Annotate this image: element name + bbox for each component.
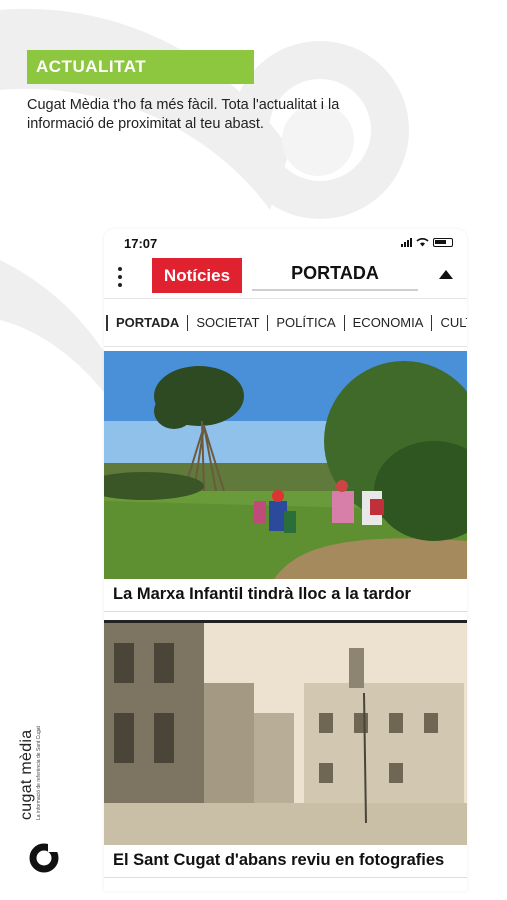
status-icons — [401, 237, 453, 247]
status-bar: 17:07 — [104, 229, 467, 257]
promo-text: Cugat Mèdia t'ho fa més fàcil. Tota l'ac… — [27, 97, 340, 132]
phone-screen: 17:07 Notícies PORTADA PORTADA SOCIETAT … — [104, 229, 467, 891]
tab-cultura[interactable]: CULTURA — [431, 314, 467, 331]
brand-button[interactable]: Notícies — [152, 258, 242, 293]
tab-societat[interactable]: SOCIETAT — [187, 314, 267, 331]
article-photo-marxa[interactable] — [104, 351, 467, 579]
category-tabs: PORTADA SOCIETAT POLÍTICA ECONOMIA CULTU… — [104, 299, 467, 347]
tab-politica[interactable]: POLÍTICA — [267, 314, 343, 331]
article-title[interactable]: La Marxa Infantil tindrà lloc a la tardo… — [104, 579, 467, 612]
article-card[interactable]: El Sant Cugat d'abans reviu en fotografi… — [104, 620, 467, 878]
wifi-icon — [416, 238, 429, 247]
news-feed: La Marxa Infantil tindrà lloc a la tardo… — [104, 351, 467, 878]
status-time: 17:07 — [124, 236, 158, 251]
logo-tagline: La informació de referència de Sant Cuga… — [36, 726, 42, 820]
battery-icon — [433, 237, 453, 247]
article-card[interactable]: La Marxa Infantil tindrà lloc a la tardo… — [104, 351, 467, 612]
up-arrow-icon[interactable] — [439, 270, 453, 279]
signal-icon — [401, 237, 412, 247]
cugat-media-logo-icon — [29, 842, 60, 873]
tab-portada[interactable]: PORTADA — [106, 314, 187, 331]
article-title[interactable]: El Sant Cugat d'abans reviu en fotografi… — [104, 845, 467, 878]
section-selector[interactable]: PORTADA — [252, 263, 418, 291]
section-badge: ACTUALITAT — [27, 50, 254, 84]
app-bar: Notícies PORTADA — [104, 257, 467, 299]
article-photo-sant-cugat[interactable] — [104, 623, 467, 845]
logo-name: cugat mèdia — [18, 729, 35, 820]
tab-economia[interactable]: ECONOMIA — [343, 314, 432, 331]
menu-icon[interactable] — [114, 265, 126, 289]
